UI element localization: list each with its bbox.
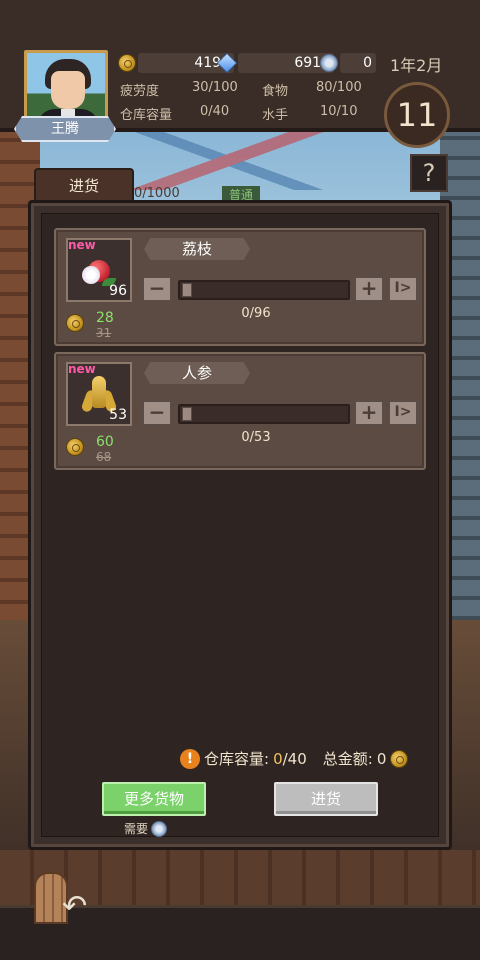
- requirement-label: 需要: [124, 822, 149, 836]
- max-button[interactable]: I>: [388, 400, 418, 426]
- player-name: 王腾: [14, 116, 116, 142]
- gem-resource: 6919: [216, 52, 334, 74]
- stock-count: 53: [109, 407, 127, 423]
- warehouse-label: 仓库容量: [120, 108, 173, 123]
- summary-capacity-used: 0: [273, 749, 283, 768]
- max-button[interactable]: I>: [388, 276, 418, 302]
- ship-capacity-text: 0/1000: [134, 186, 180, 201]
- badge-amount: 0: [340, 53, 376, 73]
- decrease-button[interactable]: −: [142, 276, 172, 302]
- slider-handle[interactable]: [182, 407, 192, 421]
- goods-name: 荔枝: [144, 238, 250, 260]
- food-value: 80/100: [316, 80, 362, 95]
- goods-item-slot[interactable]: new 96: [66, 238, 132, 302]
- gold-coin-icon: [66, 314, 84, 332]
- badge-resource: 0: [320, 52, 376, 74]
- gold-coin-icon: [390, 749, 409, 768]
- sailor-value: 10/10: [320, 104, 358, 119]
- summary-total-value: 0: [376, 749, 387, 768]
- back-arrow-icon[interactable]: ↶: [62, 892, 98, 922]
- purchase-button[interactable]: 进货: [274, 782, 378, 816]
- warehouse-value: 0/40: [200, 104, 230, 119]
- decrease-button[interactable]: −: [142, 400, 172, 426]
- increase-button[interactable]: +: [354, 276, 384, 302]
- goods-item-card: new 96 28 31 荔枝 − + I> 0/96: [54, 228, 426, 346]
- current-price: 60: [96, 434, 114, 450]
- summary-capacity-total: /40: [282, 749, 307, 768]
- calendar-date: 1年2月: [390, 56, 443, 75]
- fatigue-label: 疲劳度: [120, 84, 160, 99]
- stock-count: 96: [109, 283, 127, 299]
- day-counter: 11: [384, 82, 450, 148]
- fatigue-value: 30/100: [192, 80, 238, 95]
- quantity-text: 0/96: [241, 306, 271, 321]
- goods-item-card: new 53 60 68 人参 − + I> 0/53: [54, 352, 426, 470]
- original-price: 31: [96, 326, 112, 340]
- more-goods-button[interactable]: 更多货物: [102, 782, 206, 816]
- sailor-label: 水手: [262, 108, 289, 123]
- original-price: 68: [96, 450, 112, 464]
- warning-icon: !: [180, 748, 200, 769]
- summary-capacity-label: 仓库容量:: [204, 750, 270, 768]
- quantity-slider[interactable]: [178, 404, 350, 424]
- diamond-gem-icon: [216, 52, 238, 74]
- summary-total-label: 总金额:: [322, 750, 373, 768]
- laurel-badge-icon: [320, 54, 338, 72]
- goods-name: 人参: [144, 362, 250, 384]
- tab-purchase[interactable]: 进货: [34, 168, 134, 204]
- goods-item-slot[interactable]: new 53: [66, 362, 132, 426]
- purchase-summary: ! 仓库容量: 0/40 总金额: 0: [180, 748, 409, 769]
- gold-coin-icon: [118, 54, 136, 72]
- current-price: 28: [96, 310, 114, 326]
- requirement-note: 需要: [124, 820, 168, 837]
- quantity-slider[interactable]: [178, 280, 350, 300]
- laurel-badge-icon: [151, 820, 168, 837]
- slider-handle[interactable]: [182, 283, 192, 297]
- food-label: 食物: [262, 84, 289, 99]
- new-tag: new: [68, 238, 96, 252]
- increase-button[interactable]: +: [354, 400, 384, 426]
- help-button[interactable]: ?: [410, 154, 448, 192]
- quantity-text: 0/53: [241, 430, 271, 445]
- gold-coin-icon: [66, 438, 84, 456]
